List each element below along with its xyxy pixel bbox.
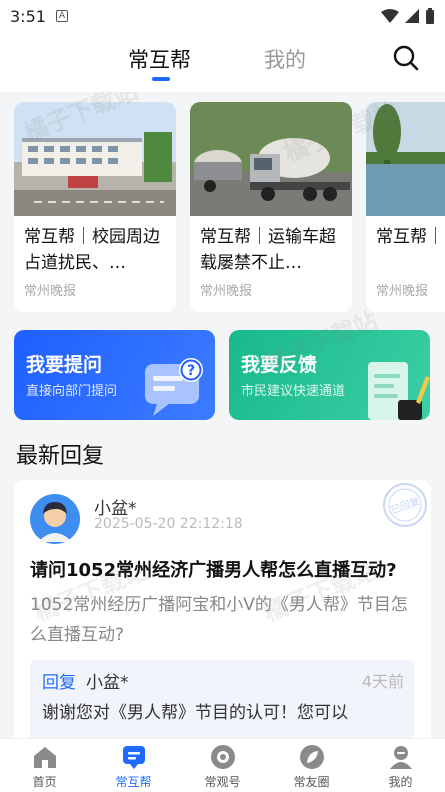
news-title: 常互帮｜校园周边占道扰民、… xyxy=(24,227,160,273)
tab-changhubang[interactable]: 常互帮 xyxy=(128,44,191,81)
news-card[interactable]: 常互帮｜校园周边占道扰民、… 常州晚报 xyxy=(14,102,176,312)
status-time: 3:51 xyxy=(10,6,46,26)
wifi-icon xyxy=(381,9,399,23)
nav-changhubang[interactable]: 常互帮 xyxy=(89,739,178,792)
tab-mine[interactable]: 我的 xyxy=(264,44,306,74)
nav-label: 我的 xyxy=(388,775,413,789)
news-carousel[interactable]: 常互帮｜校园周边占道扰民、… 常州晚报 常互帮｜运输车超载屡禁不止… 常州晚报 xyxy=(14,102,445,312)
news-title: 常互帮｜运输车超载屡禁不止… xyxy=(200,227,336,273)
user-icon xyxy=(389,746,412,769)
tab-label: 常互帮 xyxy=(128,48,191,72)
chat-question-icon: ? xyxy=(145,358,203,416)
main-content[interactable]: 常互帮｜校园周边占道扰民、… 常州晚报 常互帮｜运输车超载屡禁不止… 常州晚报 xyxy=(0,92,445,738)
signal-icon xyxy=(405,9,419,23)
news-source: 常州晚报 xyxy=(200,284,253,299)
news-source: 常州晚报 xyxy=(376,284,429,299)
search-icon[interactable] xyxy=(390,42,422,74)
news-image-trucks xyxy=(190,102,352,216)
active-tab-indicator xyxy=(152,77,170,81)
nav-changyouquan[interactable]: 常友圈 xyxy=(267,739,356,792)
nav-label: 常互帮 xyxy=(115,775,152,789)
action-subtitle: 直接向部门提问 xyxy=(26,384,118,399)
eye-circle-icon xyxy=(210,745,235,769)
ask-question-card[interactable]: 我要提问 直接向部门提问 ? xyxy=(14,330,215,420)
question-title: 请问1052常州经济广播男人帮怎么直播互动? xyxy=(30,560,397,581)
reply-card[interactable]: 小盆* 2025-05-20 22:12:18 已回复 请问1052常州经济广播… xyxy=(14,480,431,738)
bottom-nav: 首页 常互帮 常观号 常友圈 我的 xyxy=(0,738,445,792)
nav-label: 首页 xyxy=(32,775,57,789)
give-feedback-card[interactable]: 我要反馈 市民建议快速通道 xyxy=(229,330,430,420)
home-icon xyxy=(33,747,56,768)
nav-mine[interactable]: 我的 xyxy=(356,739,445,792)
action-row: 我要提问 直接向部门提问 ? 我要反馈 市民建议快速通道 xyxy=(14,330,430,420)
news-title: 常互帮｜闭致出行 xyxy=(376,227,445,247)
action-title: 我要提问 xyxy=(26,354,103,376)
news-card[interactable]: 常互帮｜运输车超载屡禁不止… 常州晚报 xyxy=(190,102,352,312)
leaf-circle-icon xyxy=(299,745,324,769)
svg-text:?: ? xyxy=(187,363,195,379)
avatar xyxy=(30,494,80,544)
document-pen-icon xyxy=(368,362,430,420)
answer-box: 回复 小盆* 4天前 谢谢您对《男人帮》节目的认可！您可以 xyxy=(30,660,414,738)
reply-timestamp: 2025-05-20 22:12:18 xyxy=(94,516,243,532)
stamp-text: 已回复 xyxy=(389,494,422,516)
top-nav: 常互帮 我的 xyxy=(0,32,445,92)
answer-username: 小盆* xyxy=(86,673,129,693)
nav-changguanhao[interactable]: 常观号 xyxy=(178,739,267,792)
action-title: 我要反馈 xyxy=(241,354,318,376)
question-body: 1052常州经历广播阿宝和小V的《男人帮》节目怎么直播互动? xyxy=(30,595,408,645)
battery-icon xyxy=(426,8,434,24)
action-subtitle: 市民建议快速通道 xyxy=(241,384,346,399)
section-title-latest-replies: 最新回复 xyxy=(16,444,105,469)
replied-stamp-icon: 已回复 xyxy=(383,483,427,527)
news-card[interactable]: 常互帮｜闭致出行 常州晚报 xyxy=(366,102,445,312)
news-image-river xyxy=(366,102,445,216)
news-image-school xyxy=(14,102,176,216)
status-bar: 3:51 A xyxy=(0,0,445,32)
notification-icon: A xyxy=(55,10,68,22)
chat-icon xyxy=(122,746,145,769)
news-source: 常州晚报 xyxy=(24,284,77,299)
tab-label: 我的 xyxy=(264,48,306,72)
nav-home[interactable]: 首页 xyxy=(0,739,89,792)
answer-time-ago: 4天前 xyxy=(361,672,404,691)
answer-label: 回复 xyxy=(42,673,76,693)
nav-label: 常观号 xyxy=(204,775,241,789)
nav-label: 常友圈 xyxy=(293,775,330,789)
answer-text: 谢谢您对《男人帮》节目的认可！您可以 xyxy=(42,703,348,723)
